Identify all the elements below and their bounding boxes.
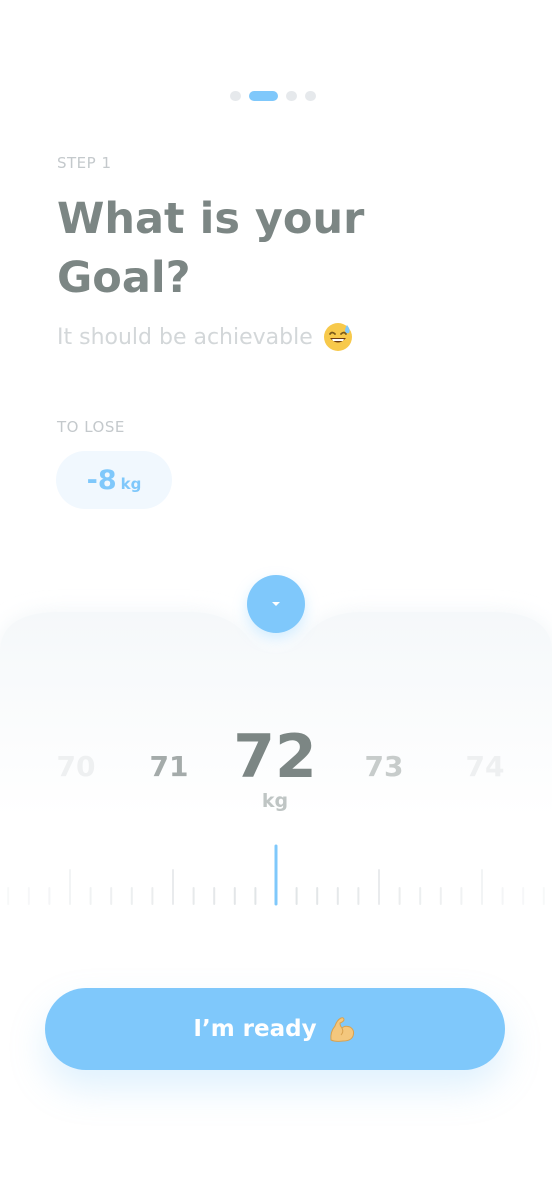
weight-option[interactable]: 71 — [129, 750, 209, 783]
weight-option-selected[interactable]: 72 — [225, 722, 325, 792]
goal-value-badge: -8 kg — [56, 451, 172, 509]
goal-value: -8 — [86, 464, 117, 496]
grinning-sweat-emoji-icon — [323, 322, 353, 352]
goal-unit: kg — [120, 475, 142, 493]
pagination-dots — [230, 91, 316, 101]
caret-down-icon — [272, 602, 280, 606]
im-ready-button-label: I’m ready — [193, 1016, 317, 1042]
im-ready-button[interactable]: I’m ready — [45, 988, 505, 1070]
goal-label: TO LOSE — [57, 418, 125, 436]
weight-option[interactable]: 73 — [344, 750, 424, 783]
page-dot-2-active[interactable] — [249, 91, 278, 101]
weight-option[interactable]: 70 — [36, 750, 116, 783]
flexed-biceps-emoji-icon — [327, 1014, 357, 1044]
goal-setup-screen: STEP 1 What is your Goal? It should be a… — [0, 0, 552, 1198]
page-dot-1[interactable] — [230, 91, 241, 101]
page-dot-3[interactable] — [286, 91, 297, 101]
weight-option[interactable]: 74 — [445, 750, 525, 783]
picker-toggle-button[interactable] — [247, 575, 305, 633]
page-title: What is your Goal? — [57, 194, 365, 303]
subtitle: It should be achievable — [57, 322, 353, 352]
weight-unit: kg — [261, 790, 289, 812]
step-label: STEP 1 — [57, 154, 112, 172]
subtitle-text: It should be achievable — [57, 324, 313, 350]
page-dot-4[interactable] — [305, 91, 316, 101]
weight-ruler-slider[interactable] — [0, 840, 552, 910]
